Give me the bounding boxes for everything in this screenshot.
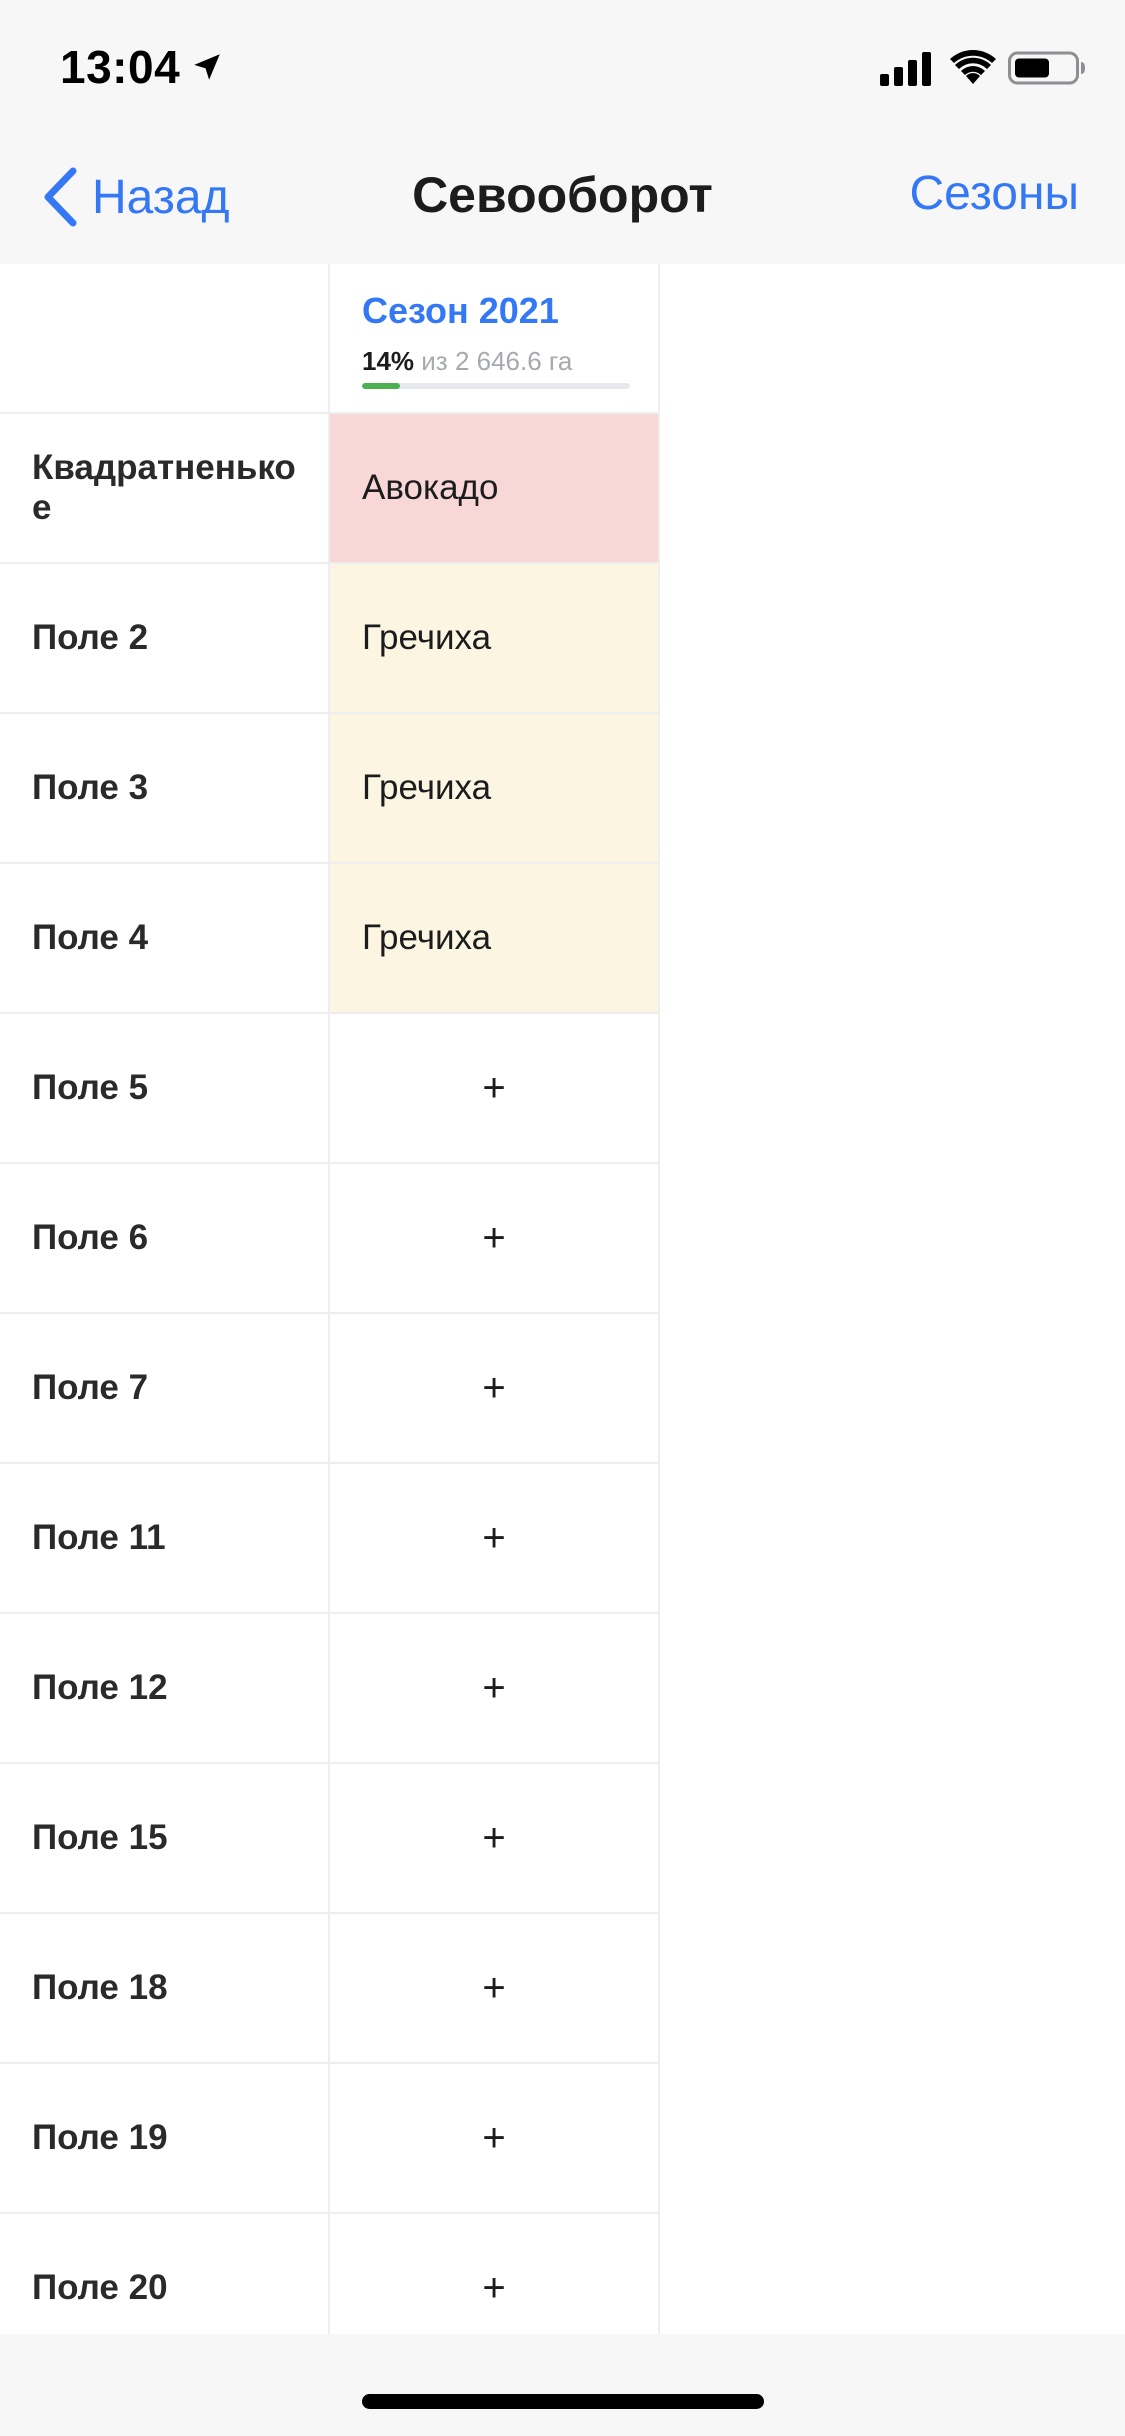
field-row: Поле 12 + (0, 1614, 660, 1764)
top-bar: 13:04 Назад Севооборот Сезоны (0, 0, 1125, 264)
add-crop-cell[interactable]: + (330, 2064, 660, 2214)
field-row: Поле 19 + (0, 2064, 660, 2214)
field-name-cell[interactable]: Квадратненькое (0, 414, 330, 564)
add-crop-cell[interactable]: + (330, 1014, 660, 1164)
crop-rotation-grid: Сезон 2021 14% из 2 646.6 га Квадратнень… (0, 264, 660, 2364)
field-row: Поле 15 + (0, 1764, 660, 1914)
location-arrow-icon (194, 54, 220, 80)
grid-header-row: Сезон 2021 14% из 2 646.6 га (0, 264, 660, 414)
season-progress-bar (362, 383, 630, 389)
add-crop-cell[interactable]: + (330, 1164, 660, 1314)
field-name-cell[interactable]: Поле 18 (0, 1914, 330, 2064)
field-name-cell[interactable]: Поле 11 (0, 1464, 330, 1614)
field-name-cell[interactable]: Поле 3 (0, 714, 330, 864)
status-time: 13:04 (60, 41, 181, 93)
status-bar: 13:04 (0, 0, 1125, 132)
field-row: Поле 18 + (0, 1914, 660, 2064)
field-row: Поле 3 Гречиха (0, 714, 660, 864)
field-name-cell[interactable]: Поле 12 (0, 1614, 330, 1764)
seasons-button[interactable]: Сезоны (910, 166, 1079, 221)
add-crop-cell[interactable]: + (330, 1914, 660, 2064)
season-column-header[interactable]: Сезон 2021 14% из 2 646.6 га (330, 264, 660, 414)
battery-icon (1008, 51, 1085, 85)
season-percent: 14% (362, 346, 415, 376)
add-crop-cell[interactable]: + (330, 1614, 660, 1764)
season-progress-fill (362, 383, 400, 389)
crop-cell[interactable]: Гречиха (330, 564, 660, 714)
field-row: Поле 6 + (0, 1164, 660, 1314)
wifi-icon (950, 50, 996, 84)
bottom-bar (0, 2334, 1125, 2436)
navigation-bar: Назад Севооборот Сезоны (0, 132, 1125, 264)
field-row: Поле 11 + (0, 1464, 660, 1614)
add-crop-cell[interactable]: + (330, 1464, 660, 1614)
season-total-area: из 2 646.6 га (421, 346, 573, 376)
field-row: Поле 7 + (0, 1314, 660, 1464)
header-corner-cell (0, 264, 330, 414)
season-progress-text: 14% из 2 646.6 га (362, 346, 628, 377)
field-name-cell[interactable]: Поле 5 (0, 1014, 330, 1164)
field-row: Поле 2 Гречиха (0, 564, 660, 714)
field-row: Поле 5 + (0, 1014, 660, 1164)
season-title: Сезон 2021 (362, 290, 559, 331)
field-name-cell[interactable]: Поле 4 (0, 864, 330, 1014)
crop-cell[interactable]: Авокадо (330, 414, 660, 564)
cellular-signal-icon (880, 52, 931, 86)
crop-cell[interactable]: Гречиха (330, 864, 660, 1014)
field-name-cell[interactable]: Поле 2 (0, 564, 330, 714)
field-name-cell[interactable]: Поле 19 (0, 2064, 330, 2214)
add-crop-cell[interactable]: + (330, 1764, 660, 1914)
screen: 13:04 Назад Севооборот Сезоны Сезон 2021… (0, 0, 1125, 2436)
field-row: Квадратненькое Авокадо (0, 414, 660, 564)
field-name-cell[interactable]: Поле 15 (0, 1764, 330, 1914)
field-name-cell[interactable]: Поле 7 (0, 1314, 330, 1464)
field-rows: Квадратненькое Авокадо Поле 2 Гречиха Поле 3… (0, 414, 660, 2364)
home-indicator[interactable] (362, 2394, 764, 2409)
crop-cell[interactable]: Гречиха (330, 714, 660, 864)
field-name-cell[interactable]: Поле 6 (0, 1164, 330, 1314)
add-crop-cell[interactable]: + (330, 1314, 660, 1464)
field-row: Поле 4 Гречиха (0, 864, 660, 1014)
